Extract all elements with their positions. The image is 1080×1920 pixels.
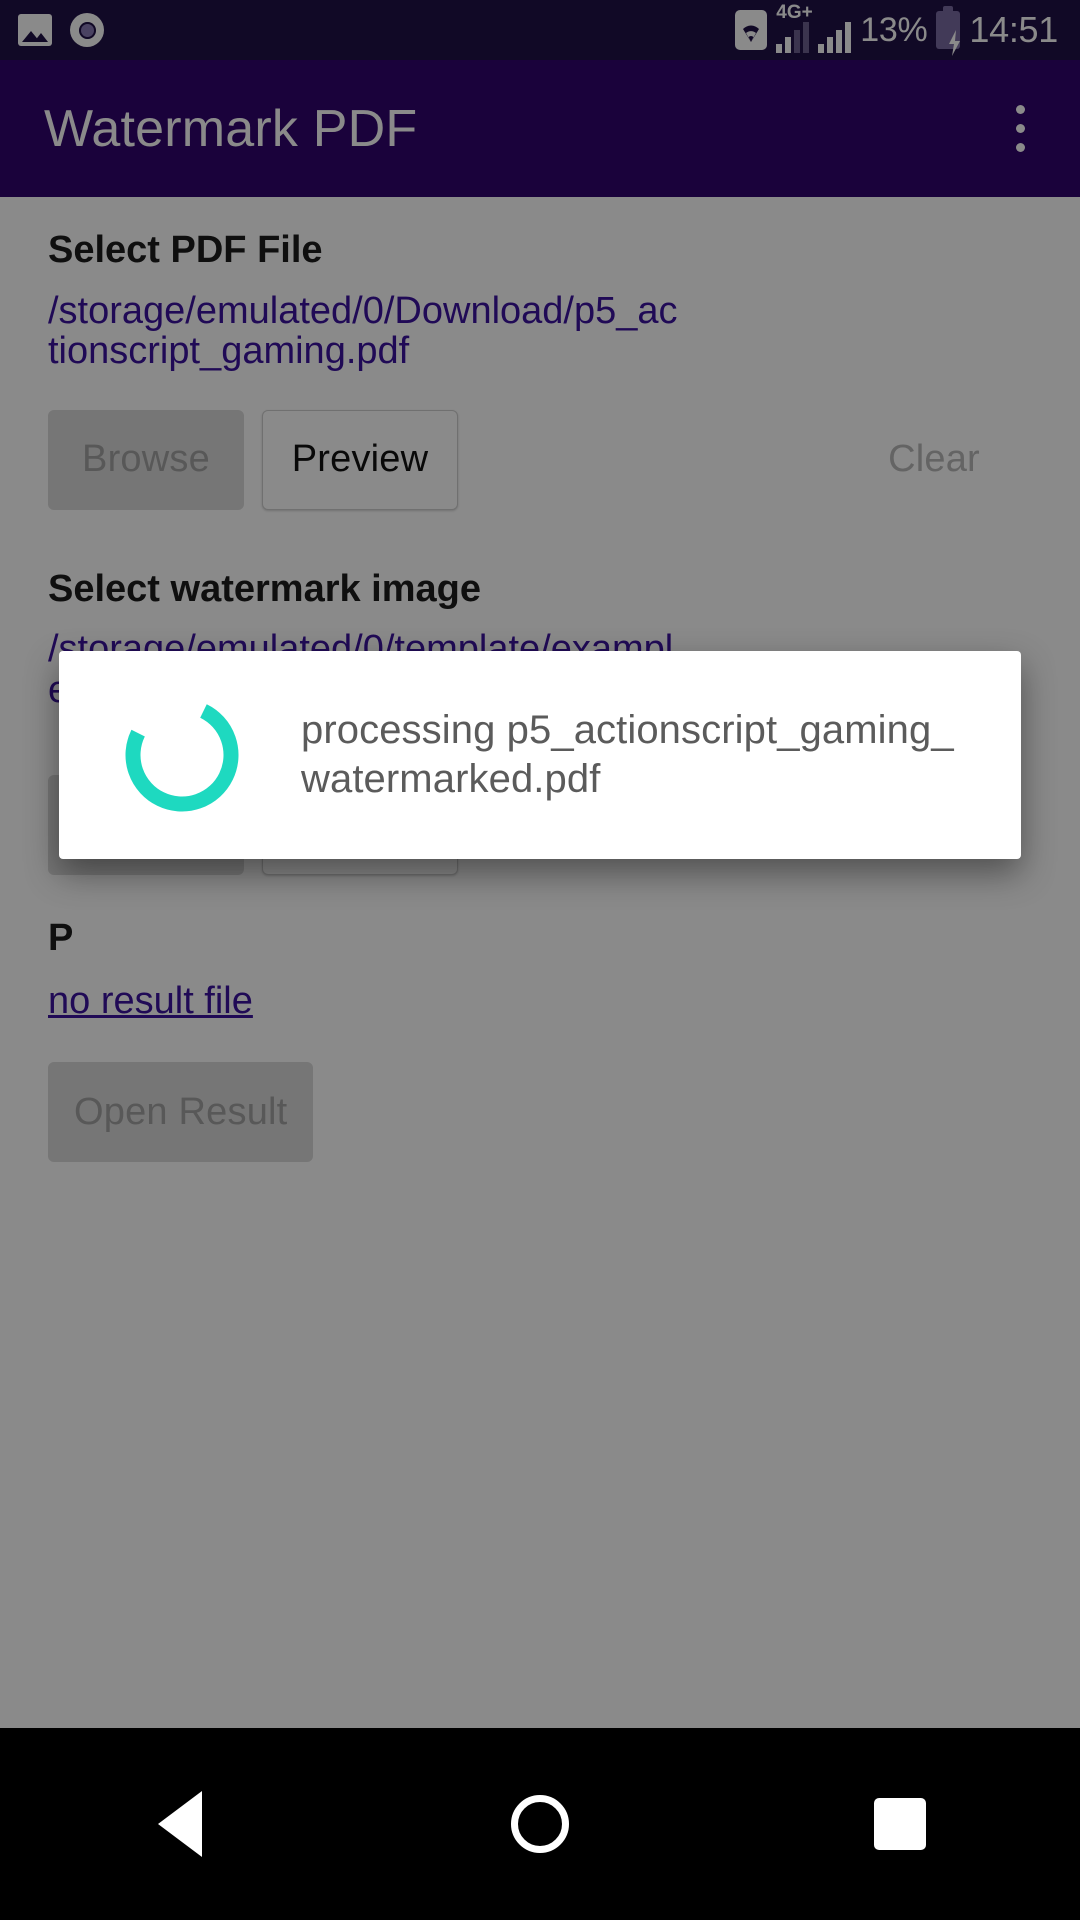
recents-button[interactable] bbox=[825, 1749, 975, 1899]
back-button[interactable] bbox=[105, 1749, 255, 1899]
dialog-scrim[interactable] bbox=[0, 0, 1080, 1728]
processing-dialog: processing p5_actionscript_gaming_waterm… bbox=[59, 651, 1021, 859]
loading-spinner-icon bbox=[121, 694, 243, 816]
dialog-message-text: processing p5_actionscript_gaming_waterm… bbox=[301, 708, 954, 801]
phone-screen: 4G+ 13% 14:51 Watermark PDF Select PDF F… bbox=[0, 0, 1080, 1920]
system-navigation-bar bbox=[0, 1728, 1080, 1920]
home-button[interactable] bbox=[465, 1749, 615, 1899]
